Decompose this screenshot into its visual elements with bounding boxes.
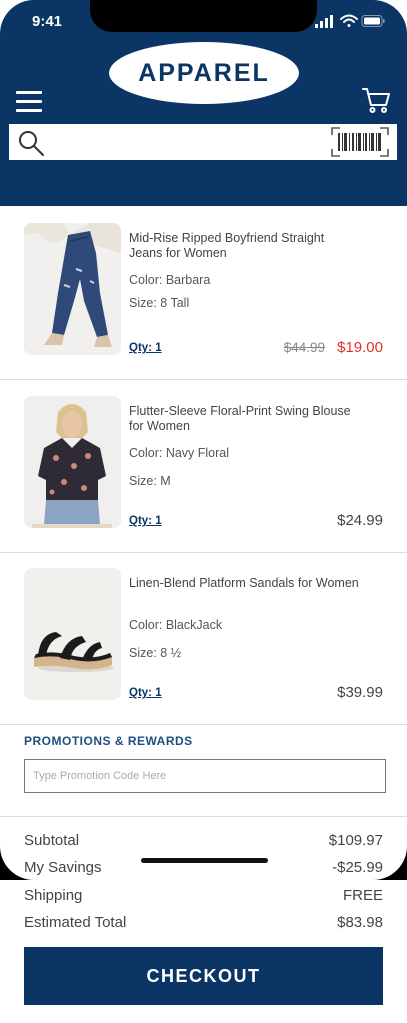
- product-image-sandals[interactable]: [24, 568, 121, 700]
- total-value: $83.98: [337, 914, 383, 931]
- quantity-link[interactable]: Qty: 1: [129, 342, 162, 354]
- hamburger-menu-icon[interactable]: [16, 90, 42, 114]
- logo-text: APPAREL: [138, 58, 270, 87]
- subtotal-value: $109.97: [328, 832, 383, 849]
- product-color: Color: Barbara: [129, 273, 211, 287]
- checkout-button[interactable]: CHECKOUT: [24, 947, 383, 1005]
- product-price: $39.99: [337, 684, 383, 701]
- product-size: Size: 8 Tall: [129, 296, 190, 310]
- product-color: Color: BlackJack: [129, 618, 223, 632]
- shipping-label: Shipping: [24, 887, 83, 904]
- original-price: $44.99: [283, 340, 325, 355]
- savings-label: My Savings: [24, 859, 102, 876]
- cart-item: Mid-Rise Ripped Boyfriend Straight Jeans…: [0, 207, 407, 380]
- home-indicator: [141, 858, 268, 863]
- shipping-row: Shipping FREE: [24, 887, 383, 904]
- total-row: Estimated Total $83.98: [24, 914, 383, 931]
- promo-code-input[interactable]: [24, 759, 386, 793]
- product-image-jeans[interactable]: [24, 223, 121, 355]
- savings-value: -$25.99: [332, 859, 383, 876]
- search-input[interactable]: [53, 124, 327, 162]
- promotions-heading: PROMOTIONS & REWARDS: [24, 734, 193, 748]
- product-image-blouse[interactable]: [24, 396, 121, 528]
- shopping-cart-icon[interactable]: [362, 86, 390, 114]
- quantity-link[interactable]: Qty: 1: [129, 687, 162, 699]
- shipping-value: FREE: [342, 887, 383, 904]
- jeans-image-icon: [24, 223, 121, 355]
- status-time: 9:41: [32, 13, 63, 30]
- product-title[interactable]: Linen-Blend Platform Sandals for Women: [129, 576, 359, 591]
- signal-icon: [315, 15, 333, 28]
- product-size: Size: 8 ½: [129, 646, 182, 660]
- product-size: Size: M: [129, 474, 171, 488]
- brand-logo[interactable]: APPAREL: [109, 42, 299, 104]
- quantity-link[interactable]: Qty: 1: [129, 515, 162, 527]
- sale-price: $19.00: [337, 339, 383, 356]
- search-icon[interactable]: [17, 129, 45, 157]
- app-header: 9:41 APPAREL: [0, 0, 407, 206]
- subtotal-row: Subtotal $109.97: [24, 832, 383, 849]
- blouse-image-icon: [24, 396, 121, 528]
- product-title[interactable]: Flutter-Sleeve Floral-Print Swing Blouse…: [129, 404, 359, 434]
- sandals-image-icon: [24, 568, 121, 700]
- product-color: Color: Navy Floral: [129, 446, 230, 460]
- wifi-icon: [340, 14, 358, 27]
- search-bar: [9, 124, 397, 162]
- divider: [0, 816, 407, 817]
- total-label: Estimated Total: [24, 914, 127, 931]
- battery-icon: [361, 15, 385, 27]
- cart-item: Flutter-Sleeve Floral-Print Swing Blouse…: [0, 380, 407, 553]
- subtotal-label: Subtotal: [24, 832, 80, 849]
- app-screen: 9:41 APPAREL Mid-Rise Ripped Boyfriend S…: [0, 0, 407, 880]
- device-notch: [90, 0, 317, 32]
- product-price: $24.99: [337, 512, 383, 529]
- cart-item: Linen-Blend Platform Sandals for Women C…: [0, 552, 407, 725]
- barcode-scanner-icon[interactable]: [331, 127, 389, 157]
- product-title[interactable]: Mid-Rise Ripped Boyfriend Straight Jeans…: [129, 231, 359, 261]
- status-icons: [315, 14, 385, 28]
